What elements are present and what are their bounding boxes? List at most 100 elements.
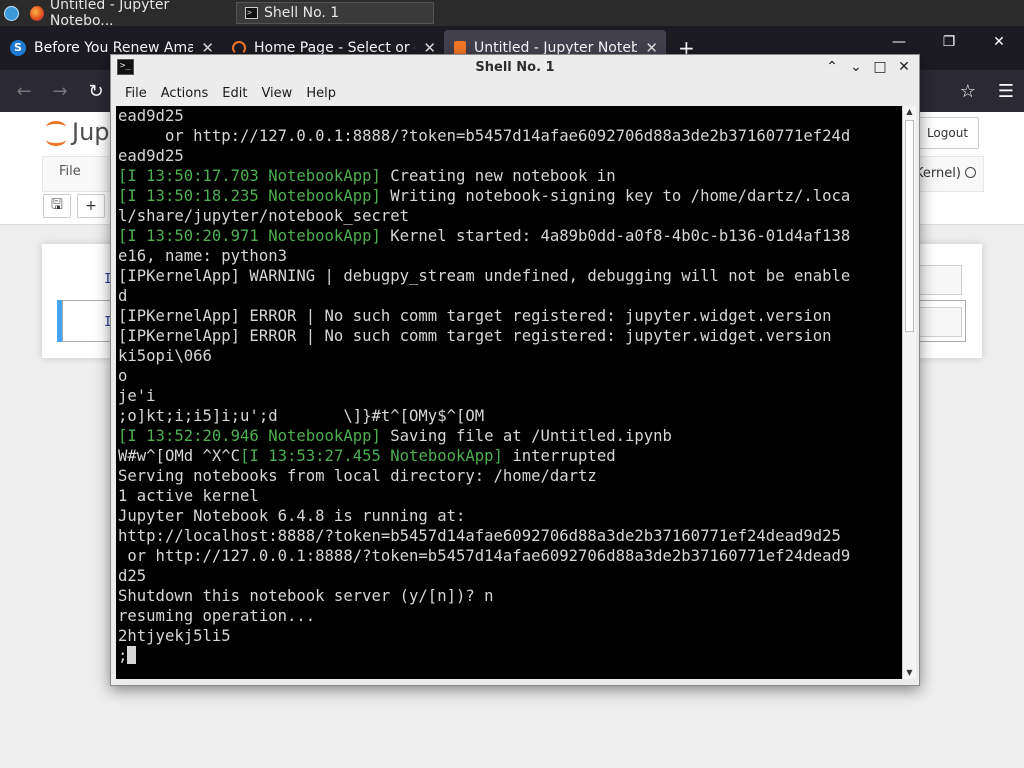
terminal-icon: > [245, 7, 258, 19]
terminal-line: d25 [118, 566, 850, 586]
terminal-line: ki5opi\066 [118, 346, 850, 366]
line-text: Saving file at /Untitled.ipynb [380, 427, 672, 445]
app-menu-icon[interactable]: ☰ [998, 81, 1014, 102]
terminal-line: or http://127.0.0.1:8888/?token=b5457d14… [118, 126, 850, 146]
terminal-line: e16, name: python3 [118, 246, 850, 266]
back-icon[interactable]: ← [6, 81, 42, 102]
terminal-line: o [118, 366, 850, 386]
line-text: Jupyter Notebook 6.4.8 is running at: [118, 507, 466, 525]
terminal-output[interactable]: ead9d25 or http://127.0.0.1:8888/?token=… [116, 106, 902, 679]
window-title: Shell No. 1 [475, 60, 555, 75]
line-text: l/share/jupyter/notebook_secret [118, 207, 410, 225]
terminal-line: [IPKernelApp] WARNING | debugpy_stream u… [118, 266, 850, 286]
maximize-icon[interactable]: □ [871, 58, 889, 76]
menu-actions[interactable]: Actions [161, 86, 209, 101]
scroll-up-icon[interactable]: ▲ [903, 106, 916, 118]
keep-above-icon[interactable]: ⌃ [823, 58, 841, 76]
menu-file[interactable]: File [59, 164, 81, 179]
line-text: http://localhost:8888/?token=b5457d14afa… [118, 527, 841, 545]
menu-view[interactable]: View [261, 86, 292, 101]
terminal-line: 1 active kernel [118, 486, 850, 506]
jupyter-favicon-icon [232, 41, 246, 55]
jupyter-logo-icon [46, 119, 66, 146]
terminal-titlebar[interactable]: >_ Shell No. 1 ⌃ ⌄ □ ✕ [111, 55, 919, 81]
line-text: [IPKernelApp] WARNING | debugpy_stream u… [118, 267, 851, 285]
line-text: [IPKernelApp] ERROR | No such comm targe… [118, 307, 832, 325]
taskbar-item-browser[interactable]: Untitled - Jupyter Notebo... [22, 0, 232, 29]
log-tag: [I 13:52:20.946 NotebookApp] [118, 427, 381, 445]
cell-input[interactable] [915, 307, 962, 337]
close-window-icon[interactable]: ✕ [974, 34, 1024, 50]
line-text: Shutdown this notebook server (y/[n])? n [118, 587, 494, 605]
log-tag: [I 13:50:18.235 NotebookApp] [118, 187, 381, 205]
menu-edit[interactable]: Edit [222, 86, 247, 101]
terminal-line: ead9d25 [118, 146, 850, 166]
line-text: Serving notebooks from local directory: … [118, 467, 597, 485]
terminal-line: l/share/jupyter/notebook_secret [118, 206, 850, 226]
close-icon[interactable]: ✕ [895, 58, 913, 76]
terminal-line: [I 13:50:17.703 NotebookApp] Creating ne… [118, 166, 850, 186]
line-text: [IPKernelApp] ERROR | No such comm targe… [118, 327, 832, 345]
line-text: ;o]kt;i;i5]i;u';d \]}#t^[OMy$^[OM [118, 407, 485, 425]
scroll-down-icon[interactable]: ▼ [903, 667, 916, 679]
terminal-menubar: File Actions Edit View Help [111, 81, 919, 105]
forward-icon[interactable]: → [42, 81, 78, 102]
log-tag: [I 13:50:20.971 NotebookApp] [118, 227, 381, 245]
terminal-line: [IPKernelApp] ERROR | No such comm targe… [118, 326, 850, 346]
line-text: Writing notebook-signing key to /home/da… [380, 187, 851, 205]
terminal-line: Jupyter Notebook 6.4.8 is running at: [118, 506, 850, 526]
terminal-line: resuming operation... [118, 606, 850, 626]
minimize-icon[interactable]: — [874, 34, 924, 50]
text-cursor [127, 646, 137, 664]
terminal-window-controls: ⌃ ⌄ □ ✕ [823, 58, 913, 76]
terminal-line: d [118, 286, 850, 306]
restore-icon[interactable]: ❐ [924, 34, 974, 50]
taskbar-item-label: Untitled - Jupyter Notebo... [49, 0, 170, 29]
line-text: 1 active kernel [118, 487, 259, 505]
cell-input[interactable] [915, 265, 962, 295]
add-cell-button[interactable]: + [77, 194, 105, 218]
terminal-line: [I 13:52:20.946 NotebookApp] Saving file… [118, 426, 850, 446]
kernel-indicator-label: Kernel) [915, 166, 961, 181]
terminal-line: ;o]kt;i;i5]i;u';d \]}#t^[OMy$^[OM [118, 406, 850, 426]
line-text: Kernel started: 4a89b0dd-a0f8-4b0c-b136-… [380, 227, 851, 245]
line-text: ; [118, 647, 128, 665]
minimize-icon[interactable]: ⌄ [847, 58, 865, 76]
line-prefix: W#w^[OMd ^X^C [118, 447, 241, 465]
taskbar-item-shell[interactable]: > Shell No. 1 [236, 2, 434, 24]
taskbar-item-label: Shell No. 1 [264, 5, 340, 21]
logout-button[interactable]: Logout [916, 117, 979, 149]
os-taskbar: Untitled - Jupyter Notebo... > Shell No.… [0, 0, 1024, 29]
terminal-line: ; [118, 646, 850, 666]
line-text: resuming operation... [118, 607, 316, 625]
site-favicon-icon: S [10, 40, 26, 56]
start-menu-icon[interactable] [0, 0, 22, 26]
line-text: 2htjyekj5li5 [118, 627, 231, 645]
terminal-scrollbar[interactable]: ▲ ▼ [902, 106, 916, 679]
line-text: or http://127.0.0.1:8888/?token=b5457d14… [118, 547, 851, 565]
reload-icon[interactable]: ↻ [78, 81, 114, 102]
line-text: interrupted [502, 447, 616, 465]
menu-file[interactable]: File [125, 86, 147, 101]
line-text: or http://127.0.0.1:8888/?token=b5457d14… [118, 127, 851, 145]
menu-help[interactable]: Help [306, 86, 336, 101]
terminal-line: W#w^[OMd ^X^C[I 13:53:27.455 NotebookApp… [118, 446, 850, 466]
log-tag: [I 13:53:27.455 NotebookApp] [240, 447, 503, 465]
line-text: d25 [118, 567, 147, 585]
terminal-line: [I 13:50:18.235 NotebookApp] Writing not… [118, 186, 850, 206]
terminal-line: http://localhost:8888/?token=b5457d14afa… [118, 526, 850, 546]
scrollbar-thumb[interactable] [905, 120, 914, 332]
terminal-line: 2htjyekj5li5 [118, 626, 850, 646]
terminal-line: Serving notebooks from local directory: … [118, 466, 850, 486]
line-text: ead9d25 [118, 107, 184, 125]
terminal-line: Shutdown this notebook server (y/[n])? n [118, 586, 850, 606]
terminal-line: ead9d25 [118, 106, 850, 126]
bookmark-star-icon[interactable]: ☆ [960, 81, 976, 102]
line-text: o [118, 367, 128, 385]
terminal-window: >_ Shell No. 1 ⌃ ⌄ □ ✕ File Actions Edit… [110, 54, 920, 686]
terminal-line: [I 13:50:20.971 NotebookApp] Kernel star… [118, 226, 850, 246]
save-icon: 🖫 [51, 197, 63, 213]
save-button[interactable]: 🖫 [43, 194, 71, 218]
terminal-line: [IPKernelApp] ERROR | No such comm targe… [118, 306, 850, 326]
terminal-text: ead9d25 or http://127.0.0.1:8888/?token=… [118, 106, 850, 666]
